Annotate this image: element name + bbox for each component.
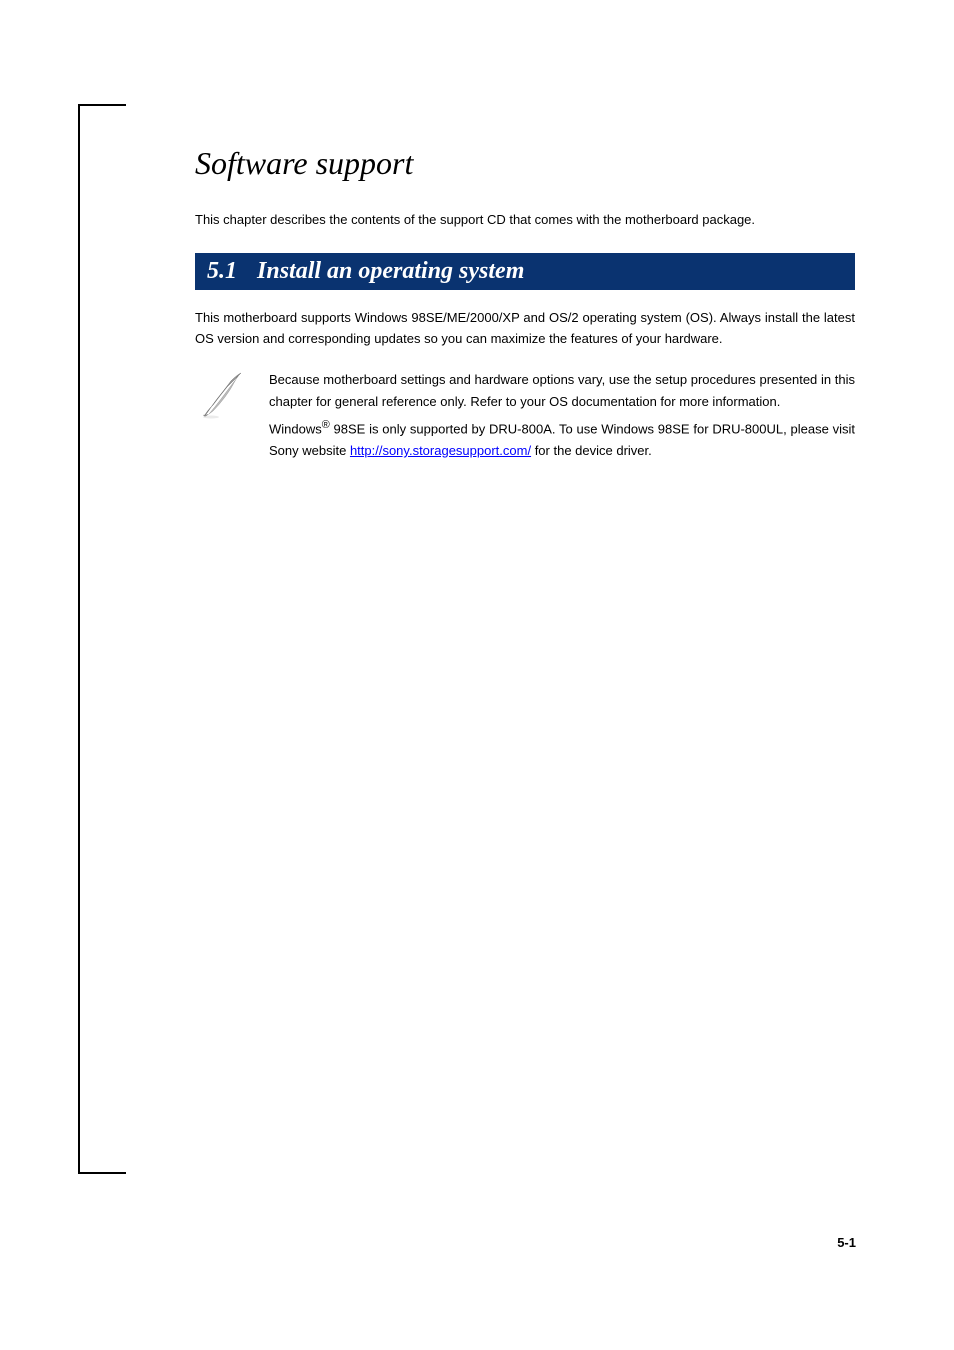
- note-paragraph-2: Windows® 98SE is only supported by DRU-8…: [269, 416, 855, 463]
- note-text-container: Because motherboard settings and hardwar…: [269, 369, 855, 464]
- page-frame-left: [78, 104, 126, 1174]
- intro-paragraph: This chapter describes the contents of t…: [195, 210, 855, 231]
- note-block: Because motherboard settings and hardwar…: [195, 369, 855, 464]
- note-paragraph-1: Because motherboard settings and hardwar…: [269, 369, 855, 413]
- chapter-title: Software support: [195, 145, 855, 182]
- content-area: Software support This chapter describes …: [195, 145, 855, 484]
- section-header: 5.1 Install an operating system: [195, 253, 855, 290]
- body-paragraph-1: This motherboard supports Windows 98SE/M…: [195, 308, 855, 350]
- page-number: 5-1: [837, 1235, 856, 1250]
- section-number: 5.1: [207, 258, 237, 285]
- feather-note-icon: [195, 367, 249, 421]
- sony-support-link[interactable]: http://sony.storagesupport.com/: [350, 443, 531, 458]
- section-title: Install an operating system: [257, 258, 524, 285]
